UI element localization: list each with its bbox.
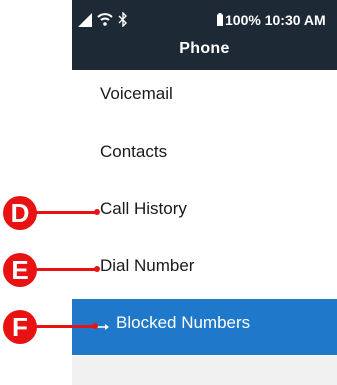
menu-item-blocked-numbers[interactable]: Blocked Numbers xyxy=(72,299,337,355)
menu-item-voicemail[interactable]: Voicemail xyxy=(72,70,337,126)
menu-item-label: Blocked Numbers xyxy=(116,313,251,332)
menu-item-label: Dial Number xyxy=(100,256,195,275)
menu-item-call-history[interactable]: Call History xyxy=(72,185,337,241)
battery-icon xyxy=(217,13,223,26)
status-text: 100% 10:30 AM xyxy=(225,10,326,30)
callout-e-dot xyxy=(94,266,100,272)
menu-item-dial-number[interactable]: Dial Number xyxy=(72,242,337,298)
wifi-icon xyxy=(97,13,113,26)
status-bar: 100% 10:30 AM Phone xyxy=(72,0,337,70)
callout-f-dot xyxy=(92,323,98,329)
menu-item-label: Voicemail xyxy=(100,84,173,103)
menu-item-contacts[interactable]: Contacts xyxy=(72,128,337,184)
callout-e: E xyxy=(3,253,37,287)
battery-percent: 100% xyxy=(225,12,261,28)
callout-d: D xyxy=(3,196,37,230)
callout-e-line xyxy=(35,268,97,271)
menu-item-label: Call History xyxy=(100,199,187,218)
page-title: Phone xyxy=(179,40,230,57)
bluetooth-icon xyxy=(118,12,127,27)
callout-d-dot xyxy=(94,209,100,215)
menu-item-next xyxy=(72,356,337,385)
callout-d-line xyxy=(35,211,97,214)
callout-f-line xyxy=(35,325,95,328)
arrow-right-icon xyxy=(97,324,109,330)
callout-f: F xyxy=(3,310,37,344)
status-row: 100% 10:30 AM xyxy=(72,10,337,30)
phone-screen: 100% 10:30 AM Phone Voicemail Contacts C… xyxy=(72,0,337,385)
menu-item-label: Contacts xyxy=(100,142,168,161)
clock: 10:30 AM xyxy=(264,12,326,28)
signal-icon xyxy=(78,13,92,27)
